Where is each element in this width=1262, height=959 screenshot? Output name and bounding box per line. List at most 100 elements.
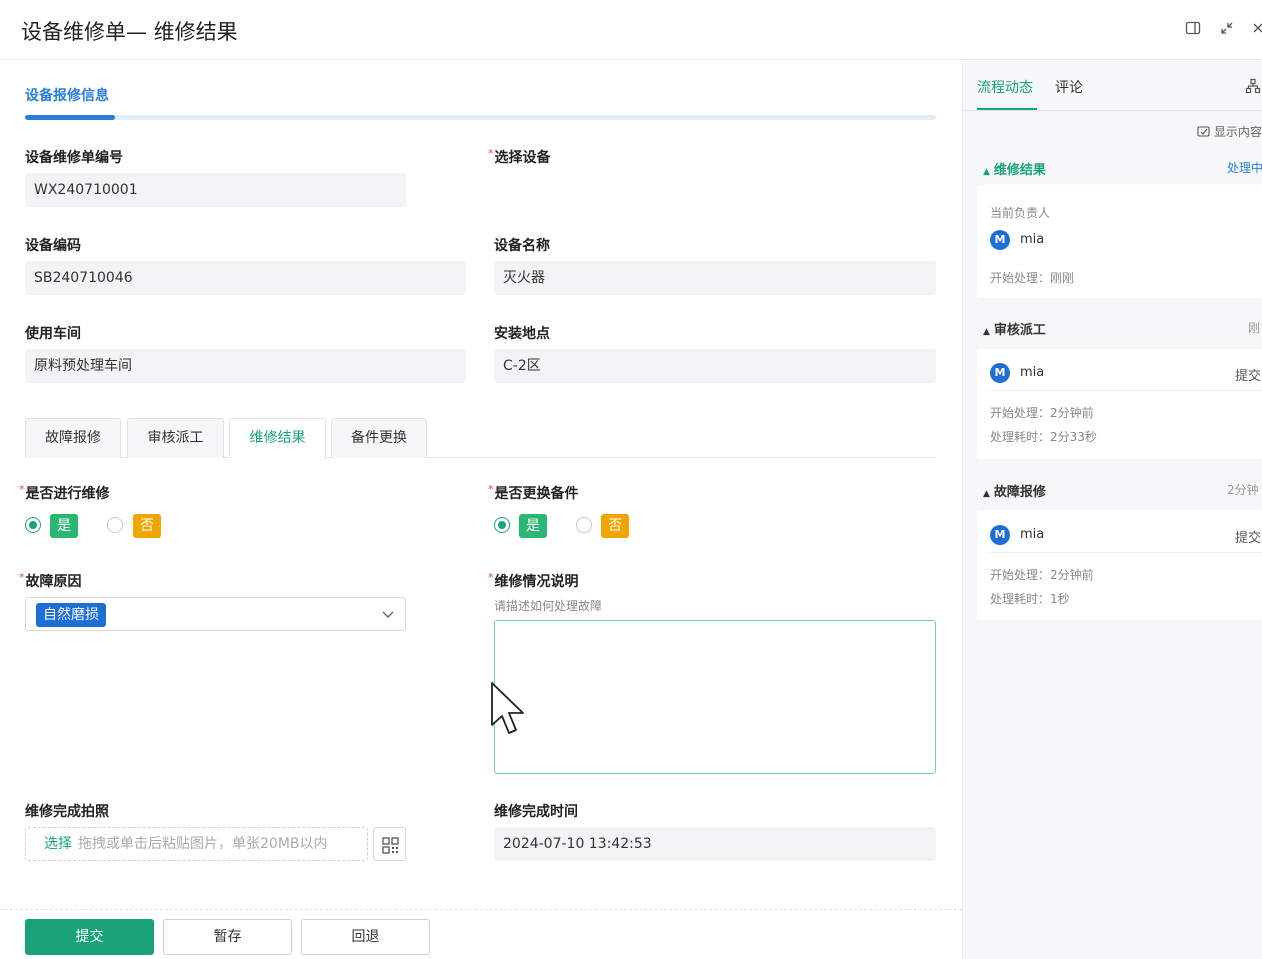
tab-process-flow[interactable]: 流程动态 [977, 77, 1033, 97]
user-name: mia [1020, 232, 1045, 247]
workshop-field: 原料预处理车间 [25, 349, 466, 383]
photo-upload-area[interactable]: 选择 拖拽或单击后粘贴图片，单张20MB以内 [25, 827, 368, 861]
finish-time-label: 维修完成时间 [494, 804, 578, 820]
save-draft-button[interactable]: 暂存 [163, 919, 292, 955]
main-form: 设备报修信息 设备维修单编号 WX240710001 *选择设备 设备编码 SB… [0, 61, 962, 959]
select-device-label-text: 选择设备 [494, 150, 551, 166]
process-side-panel: 流程动态 评论 显示内容 ▲ 维修结果 处理中 当前负责人 M mia 开始处理：… [962, 61, 1262, 959]
group-repair-result-card: 当前负责人 M mia 开始处理：刚刚 [977, 185, 1262, 298]
owner-label: 当前负责人 [990, 206, 1051, 220]
group-status-time: 刚 [1248, 321, 1261, 335]
do-repair-yes-chip[interactable]: 是 [50, 514, 78, 538]
required-mark: * [488, 571, 494, 584]
user-name: mia [1020, 527, 1045, 542]
replace-parts-yes-chip[interactable]: 是 [519, 514, 547, 538]
photo-pick-link[interactable]: 选择 [44, 836, 72, 852]
photo-label: 维修完成拍照 [25, 804, 109, 820]
org-chart-icon[interactable] [1245, 78, 1261, 94]
section-progress-fill [25, 115, 115, 120]
caret-up-icon: ▲ [983, 489, 990, 499]
select-device-label: *选择设备 [488, 147, 551, 167]
replace-parts-label: *是否更换备件 [488, 483, 579, 503]
replace-parts-no-chip[interactable]: 否 [601, 514, 629, 538]
show-content-icon [1197, 126, 1210, 137]
tab-repair-result[interactable]: 维修结果 [229, 418, 326, 459]
cause-select[interactable]: 自然磨损 [25, 597, 406, 631]
group-title: 故障报修 [993, 485, 1046, 500]
required-mark: * [19, 571, 25, 584]
minimize-icon[interactable] [1219, 20, 1235, 36]
description-label: *维修情况说明 [488, 571, 579, 591]
device-name-field: 灭火器 [494, 261, 936, 295]
cause-label: *故障原因 [19, 571, 82, 591]
side-tab-indicator [977, 108, 1037, 110]
group-fault-report-card: M mia 提交 开始处理：2分钟前 处理耗时：1秒 [977, 510, 1262, 620]
group-status-badge: 处理中 [1227, 161, 1262, 175]
action-text: 提交 [1235, 531, 1262, 546]
side-tabs: 流程动态 评论 [963, 61, 1262, 111]
sidebar-toggle-icon[interactable] [1185, 20, 1201, 36]
required-mark: * [488, 147, 494, 160]
replace-parts-label-text: 是否更换备件 [494, 486, 579, 502]
tab-review-dispatch[interactable]: 审核派工 [127, 418, 224, 458]
do-repair-yes-radio[interactable] [25, 517, 41, 533]
group-fault-report-header[interactable]: ▲ 故障报修 [983, 481, 1046, 500]
group-review-dispatch-card: M mia 提交 开始处理：2分钟前 处理耗时：2分33秒 [977, 349, 1262, 459]
mouse-cursor-icon [491, 682, 524, 734]
dialog-title: 设备维修单— 维修结果 [21, 20, 238, 44]
do-repair-label: *是否进行维修 [19, 483, 110, 503]
avatar: M [990, 525, 1010, 545]
group-review-dispatch-header[interactable]: ▲ 审核派工 [983, 319, 1046, 338]
required-mark: * [488, 483, 494, 496]
tab-fault-report[interactable]: 故障报修 [25, 418, 121, 458]
start-time: 开始处理：刚刚 [990, 271, 1075, 285]
duration: 处理耗时：2分33秒 [990, 430, 1097, 444]
dialog-window: 设备维修单— 维修结果 设备报修信息 设备维修单编号 WX240710001 *… [0, 0, 1262, 959]
start-time: 开始处理：2分钟前 [990, 568, 1094, 582]
close-icon[interactable] [1250, 20, 1262, 36]
avatar: M [990, 363, 1010, 383]
do-repair-label-text: 是否进行维修 [25, 486, 110, 502]
title-bar: 设备维修单— 维修结果 [0, 0, 1262, 60]
required-mark: * [19, 483, 25, 496]
order-no-field: WX240710001 [25, 173, 406, 207]
section-tab-device-info[interactable]: 设备报修信息 [25, 85, 109, 105]
replace-parts-yes-radio[interactable] [494, 517, 510, 533]
card-divider [989, 390, 1262, 391]
do-repair-no-chip[interactable]: 否 [133, 514, 161, 538]
tab-comments[interactable]: 评论 [1055, 77, 1083, 97]
duration: 处理耗时：1秒 [990, 592, 1070, 606]
group-repair-result-header[interactable]: ▲ 维修结果 [983, 159, 1046, 178]
caret-up-icon: ▲ [983, 327, 990, 337]
section-progress-track [25, 115, 936, 120]
do-repair-no-radio[interactable] [107, 517, 123, 533]
action-footer: 提交 暂存 回退 [0, 909, 962, 959]
workshop-label: 使用车间 [25, 326, 81, 342]
show-content-label: 显示内容 [1213, 125, 1262, 139]
process-tabs: 故障报修 审核派工 维修结果 备件更换 [25, 418, 936, 459]
cause-label-text: 故障原因 [25, 574, 82, 590]
order-no-label: 设备维修单编号 [25, 150, 123, 166]
description-hint: 请描述如何处理故障 [494, 599, 603, 613]
action-text: 提交 [1235, 369, 1262, 384]
group-title: 审核派工 [993, 323, 1046, 338]
start-time: 开始处理：2分钟前 [990, 406, 1094, 420]
cause-selected-tag: 自然磨损 [36, 603, 106, 627]
photo-upload-placeholder: 拖拽或单击后粘贴图片，单张20MB以内 [78, 836, 328, 852]
location-label: 安装地点 [494, 326, 550, 342]
qr-code-button[interactable] [373, 827, 406, 861]
rollback-button[interactable]: 回退 [301, 919, 430, 955]
user-name: mia [1020, 365, 1045, 380]
group-title: 维修结果 [993, 163, 1046, 178]
submit-button[interactable]: 提交 [25, 919, 154, 955]
chevron-down-icon [382, 611, 394, 618]
avatar: M [990, 230, 1010, 250]
group-status-time: 2分钟 [1227, 483, 1259, 497]
replace-parts-no-radio[interactable] [576, 517, 592, 533]
description-textarea[interactable] [494, 620, 936, 774]
description-label-text: 维修情况说明 [494, 574, 579, 590]
finish-time-field: 2024-07-10 13:42:53 [494, 827, 936, 861]
tab-parts-replace[interactable]: 备件更换 [331, 418, 427, 458]
device-name-label: 设备名称 [494, 238, 550, 254]
show-content-toggle[interactable]: 显示内容 [1197, 123, 1262, 140]
